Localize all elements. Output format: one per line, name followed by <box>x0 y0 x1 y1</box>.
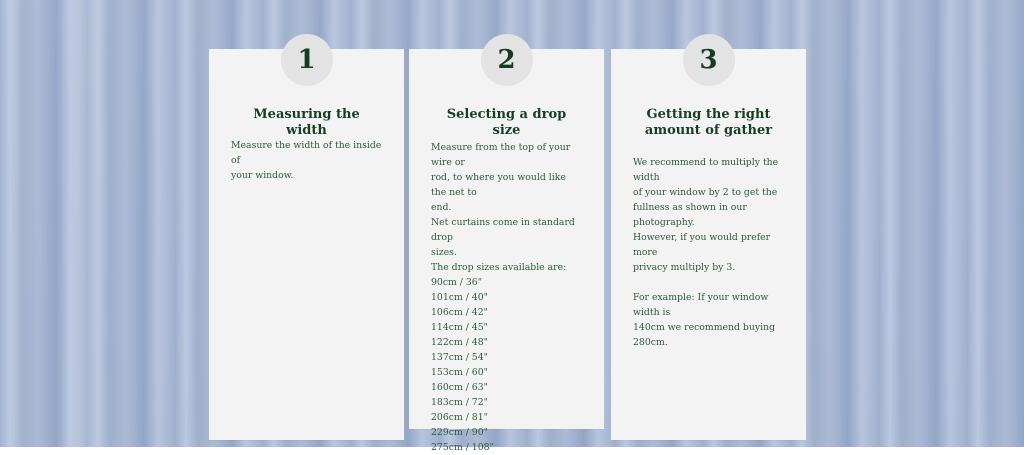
step-body: We recommend to multiply the width of yo… <box>633 155 784 350</box>
step-body: Measure the width of the inside of your … <box>231 138 382 183</box>
drop-size-item: 160cm / 63" <box>431 382 488 393</box>
step-body-line: The drop sizes available are: <box>431 262 567 273</box>
step-number: 2 <box>497 45 516 75</box>
drop-size-item: 101cm / 40" <box>431 292 488 303</box>
drop-size-item: 275cm / 108" <box>431 442 494 453</box>
step-card-1: 1 Measuring the width Measure the width … <box>209 34 404 440</box>
step-title-line: Getting the right <box>646 107 771 122</box>
drop-size-item: 229cm / 90" <box>431 427 488 438</box>
drop-size-item: 137cm / 54" <box>431 352 488 363</box>
drop-size-item: 122cm / 48" <box>431 337 488 348</box>
drop-size-item: 90cm / 36" <box>431 277 483 288</box>
step-body-line: However, if you would prefer more <box>633 232 771 258</box>
step-body-line: privacy multiply by 3. <box>633 262 736 273</box>
step-number: 1 <box>297 45 316 75</box>
step-body-line: 140cm we recommend buying <box>633 322 776 333</box>
step-title: Selecting a drop size <box>431 107 582 139</box>
step-title-line: Measuring the width <box>253 107 360 138</box>
drop-size-item: 114cm / 45" <box>431 322 488 333</box>
step-body-line: We recommend to multiply the width <box>633 157 779 183</box>
step-card-2: 2 Selecting a drop size Measure from the… <box>409 34 604 453</box>
step-title: Measuring the width <box>231 107 382 139</box>
step-body-line: rod, to where you would like the net to <box>431 172 566 198</box>
step-title-line: Selecting a drop size <box>446 107 567 138</box>
drop-size-item: 206cm / 81" <box>431 412 488 423</box>
step-body-line: Measure the width of the inside of <box>231 140 382 166</box>
drop-size-item: 106cm / 42" <box>431 307 488 318</box>
step-body-line: fullness as shown in our photography. <box>633 202 747 228</box>
step-body-line: sizes. <box>431 247 457 258</box>
step-number-badge: 1 <box>280 34 333 86</box>
drop-size-item: 153cm / 60" <box>431 367 488 378</box>
step-body-line: Net curtains come in standard drop <box>431 217 575 243</box>
step-body-line: Measure from the top of your wire or <box>431 142 571 168</box>
step-body-line: 280cm. <box>633 337 668 348</box>
step-title: Getting the right amount of gather <box>633 107 784 139</box>
step-body-line: For example: If your window width is <box>633 292 769 318</box>
step-body-line: your window. <box>231 170 294 181</box>
step-body-line: end. <box>431 202 452 213</box>
step-title-line: amount of gather <box>644 123 773 138</box>
step-number: 3 <box>699 45 718 75</box>
step-number-badge: 3 <box>682 34 735 86</box>
step-card-3: 3 Getting the right amount of gather We … <box>611 34 806 440</box>
step-number-badge: 2 <box>480 34 533 86</box>
drop-size-item: 183cm / 72" <box>431 397 488 408</box>
step-body-line: of your window by 2 to get the <box>633 187 778 198</box>
step-body: Measure from the top of your wire or rod… <box>431 140 582 455</box>
